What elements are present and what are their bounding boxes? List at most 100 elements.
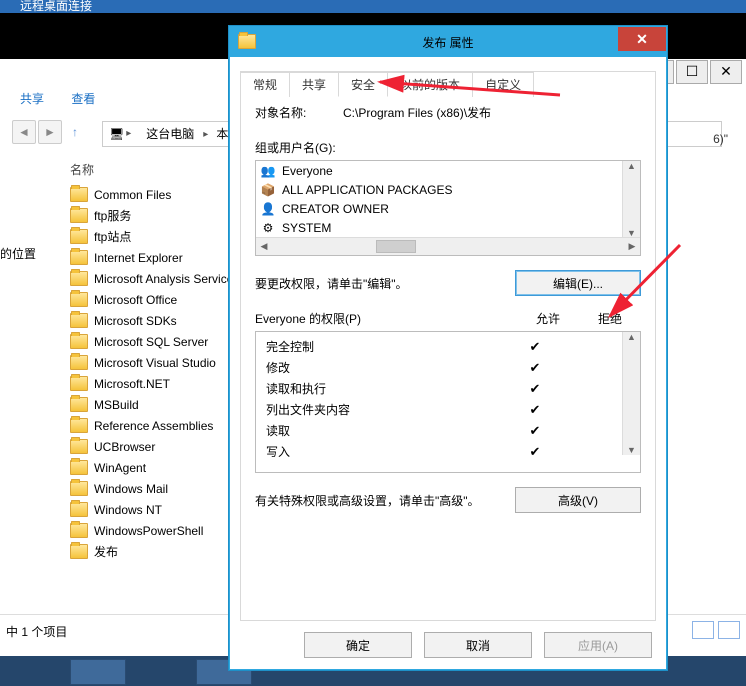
dialog-titlebar[interactable]: 发布 属性 ✕ — [230, 27, 666, 57]
tab-自定义[interactable]: 自定义 — [472, 72, 534, 97]
object-name-value: C:\Program Files (x86)\发布 — [343, 104, 491, 121]
permission-row: 读取✔ — [266, 420, 613, 441]
group-icon: ⚙ — [260, 221, 276, 235]
permissions-header-entity: Everyone 的权限(P) — [255, 310, 517, 327]
file-name: Microsoft SQL Server — [94, 335, 208, 349]
file-name: Microsoft Visual Studio — [94, 356, 216, 370]
tab-常规[interactable]: 常规 — [240, 72, 290, 97]
edit-button[interactable]: 编辑(E)... — [515, 270, 641, 296]
tab-安全[interactable]: 安全 — [338, 72, 388, 97]
dialog-footer: 确定 取消 应用(A) — [230, 621, 666, 669]
permission-name: 列出文件夹内容 — [266, 401, 509, 418]
close-button[interactable]: ✕ — [618, 27, 666, 51]
permission-allow: ✔ — [509, 423, 561, 439]
folder-icon — [70, 418, 88, 433]
permission-row: 列出文件夹内容✔ — [266, 399, 613, 420]
group-icon: 👤 — [260, 202, 276, 216]
advanced-hint: 有关特殊权限或高级设置，请单击"高级"。 — [255, 492, 515, 509]
apply-button[interactable]: 应用(A) — [544, 632, 652, 658]
file-name: Reference Assemblies — [94, 419, 213, 433]
groups-label: 组或用户名(G): — [255, 139, 641, 156]
file-name: MSBuild — [94, 398, 139, 412]
remote-desktop-title: 远程桌面连接 — [0, 0, 746, 13]
status-text: 中 1 个项目 — [6, 623, 67, 640]
nav-back[interactable]: ◄ — [12, 120, 36, 144]
tab-以前的版本[interactable]: 以前的版本 — [387, 72, 473, 97]
places-label-fragment: 的位置 — [0, 245, 36, 262]
file-name: UCBrowser — [94, 440, 155, 454]
permission-row: 写入✔ — [266, 441, 613, 462]
view-mode-icons[interactable] — [688, 621, 740, 642]
search-suffix: 6)" — [713, 132, 728, 146]
ok-button[interactable]: 确定 — [304, 632, 412, 658]
folder-icon — [70, 376, 88, 391]
folder-icon — [70, 481, 88, 496]
group-item[interactable]: 👥Everyone — [256, 161, 623, 180]
advanced-button[interactable]: 高级(V) — [515, 487, 641, 513]
group-name: ALL APPLICATION PACKAGES — [282, 183, 453, 197]
permission-allow: ✔ — [509, 444, 561, 460]
permission-name: 完全控制 — [266, 338, 509, 355]
folder-icon — [70, 460, 88, 475]
vertical-scrollbar[interactable]: ▲▼ — [622, 332, 640, 455]
menu-share[interactable]: 共享 — [20, 92, 44, 106]
object-name-label: 对象名称: — [255, 104, 343, 121]
cancel-button[interactable]: 取消 — [424, 632, 532, 658]
breadcrumb-computer[interactable]: 这台电脑 — [140, 122, 201, 146]
folder-icon — [70, 355, 88, 370]
tab-strip: 常规共享安全以前的版本自定义 — [240, 71, 533, 96]
permission-row: 完全控制✔ — [266, 336, 613, 357]
permission-row: 读取和执行✔ — [266, 378, 613, 399]
group-icon: 📦 — [260, 183, 276, 197]
file-name: Common Files — [94, 188, 171, 202]
folder-icon — [70, 334, 88, 349]
computer-icon: 🖥 — [109, 122, 124, 146]
permission-name: 写入 — [266, 443, 509, 460]
file-name: Internet Explorer — [94, 251, 183, 265]
group-item[interactable]: ⚙ SYSTEM — [256, 218, 623, 237]
file-name: WindowsPowerShell — [94, 524, 203, 538]
tab-共享[interactable]: 共享 — [289, 72, 339, 97]
vertical-scrollbar[interactable]: ▲▼ — [622, 161, 640, 238]
permission-name: 读取和执行 — [266, 380, 509, 397]
taskbar-item[interactable] — [70, 659, 126, 685]
folder-icon — [70, 187, 88, 202]
menu-view[interactable]: 查看 — [71, 92, 95, 106]
permission-name: 读取 — [266, 422, 509, 439]
folder-icon — [70, 523, 88, 538]
folder-icon — [70, 313, 88, 328]
permission-allow: ✔ — [509, 339, 561, 355]
folder-icon — [70, 439, 88, 454]
horizontal-scrollbar[interactable]: ◀▶ — [256, 237, 640, 255]
back-window-close[interactable]: ✕ — [710, 60, 742, 84]
group-name: SYSTEM — [282, 221, 331, 235]
file-name: WinAgent — [94, 461, 146, 475]
file-name: Microsoft SDKs — [94, 314, 177, 328]
group-name: CREATOR OWNER — [282, 202, 389, 216]
dialog-body: 对象名称: C:\Program Files (x86)\发布 组或用户名(G)… — [240, 71, 656, 621]
permissions-list: 完全控制✔修改✔读取和执行✔列出文件夹内容✔读取✔写入✔ ▲▼ — [255, 331, 641, 473]
file-name: Microsoft Office — [94, 293, 177, 307]
group-name: Everyone — [282, 164, 333, 178]
file-name: Microsoft Analysis Services — [94, 272, 239, 286]
file-name: Windows NT — [94, 503, 162, 517]
file-name: ftp站点 — [94, 228, 131, 245]
permission-allow: ✔ — [509, 360, 561, 376]
folder-icon — [70, 292, 88, 307]
edit-hint: 要更改权限，请单击"编辑"。 — [255, 275, 515, 292]
file-name: 发布 — [94, 543, 118, 560]
folder-icon — [70, 502, 88, 517]
back-window-max[interactable]: ☐ — [676, 60, 708, 84]
group-user-list[interactable]: 👥Everyone 📦 ALL APPLICATION PACKAGES 👤 CREAT… — [255, 160, 641, 256]
permission-name: 修改 — [266, 359, 509, 376]
permissions-header-deny: 拒绝 — [579, 310, 641, 327]
permissions-header-allow: 允许 — [517, 310, 579, 327]
permission-allow: ✔ — [509, 402, 561, 418]
properties-dialog: 发布 属性 ✕ 常规共享安全以前的版本自定义 对象名称: C:\Program … — [229, 26, 667, 670]
nav-forward[interactable]: ► — [38, 120, 62, 144]
dialog-title: 发布 属性 — [422, 34, 473, 51]
file-name: Windows Mail — [94, 482, 168, 496]
nav-up[interactable]: ↑ — [64, 121, 86, 143]
group-item[interactable]: 📦 ALL APPLICATION PACKAGES — [256, 180, 623, 199]
group-item[interactable]: 👤 CREATOR OWNER — [256, 199, 623, 218]
